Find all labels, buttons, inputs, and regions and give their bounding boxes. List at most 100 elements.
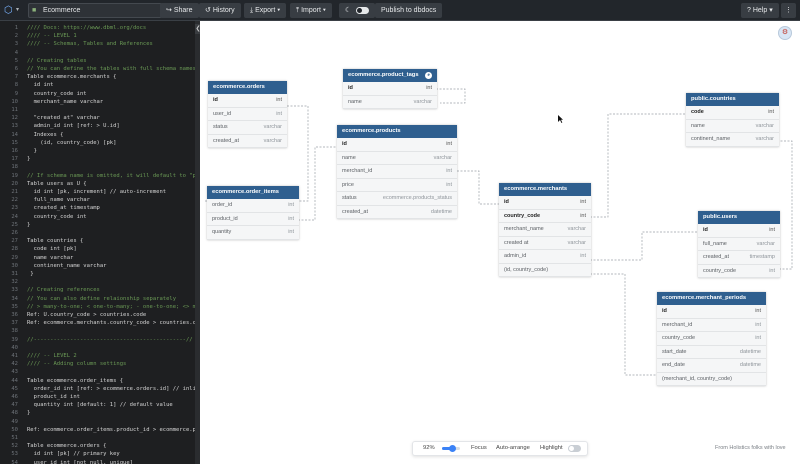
table-column-row[interactable]: name varchar	[686, 120, 779, 133]
table-column-row[interactable]: continent_name varchar	[686, 133, 779, 147]
code-line[interactable]: order_id int [ref: > ecommerce.orders.id…	[27, 385, 196, 393]
table-column-row[interactable]: id int	[499, 196, 591, 210]
code-line[interactable]: }	[27, 270, 33, 278]
table-header[interactable]: ecommerce.order_items	[207, 186, 299, 199]
help-button[interactable]: ? Help ▾	[741, 3, 779, 18]
table-column-row[interactable]: full_name varchar	[698, 238, 780, 251]
table-card[interactable]: public.users id int full_name varchar created…	[698, 211, 780, 278]
code-line[interactable]: Table users as U {	[27, 180, 87, 188]
code-line[interactable]: // Creating tables	[27, 57, 87, 65]
code-line[interactable]: Table ecommerce.merchants {	[27, 73, 116, 81]
table-column-row[interactable]: quantity int	[207, 226, 299, 240]
table-header[interactable]: public.countries	[686, 93, 779, 106]
auto-arrange-button[interactable]: Auto-arrange	[496, 442, 530, 455]
table-column-row[interactable]: (id, country_code)	[499, 264, 591, 277]
code-line[interactable]: // You can define the tables with full s…	[27, 65, 196, 73]
table-column-row[interactable]: id int	[698, 224, 780, 238]
code-line[interactable]: name varchar	[27, 254, 74, 262]
table-column-row[interactable]: name varchar	[337, 152, 457, 165]
table-column-row[interactable]: merchant_id int	[337, 165, 457, 179]
code-line[interactable]: created_at timestamp	[27, 204, 100, 212]
code-line[interactable]: admin_id int [ref: > U.id]	[27, 122, 120, 130]
table-column-row[interactable]: country_code int	[657, 332, 766, 346]
code-line[interactable]: (id, country_code) [pk]	[27, 139, 116, 147]
import-button[interactable]: ⤒ Import ▾	[290, 3, 332, 18]
theme-switch[interactable]	[356, 6, 370, 14]
code-line[interactable]: id int	[27, 81, 54, 89]
code-line[interactable]: user_id int [not null, unique]	[27, 459, 133, 464]
code-line[interactable]: // Creating references	[27, 286, 100, 294]
table-column-row[interactable]: country_code int	[698, 265, 780, 278]
publish-button[interactable]: Publish to dbdocs	[375, 3, 443, 18]
code-line[interactable]: Table ecommerce.order_items {	[27, 377, 123, 385]
code-line[interactable]: //--------------------------------------…	[27, 336, 193, 344]
code-line[interactable]: Ref: ecommerce.merchants.country_code > …	[27, 319, 197, 327]
table-column-row[interactable]: (merchant_id, country_code)	[657, 373, 766, 386]
code-line[interactable]: //// -- Schemas, Tables and References	[27, 40, 153, 48]
table-header[interactable]: ecommerce.merchants	[499, 183, 591, 196]
table-column-row[interactable]: code int	[686, 106, 779, 120]
code-line[interactable]: product_id int	[27, 393, 80, 401]
code-editor[interactable]: 1 2 3 4 5 6 7 8 9 10 11 12 13 14 15 16 17 18 19 20 21 22 23 24 2…	[0, 21, 197, 464]
table-column-row[interactable]: start_date datetime	[657, 346, 766, 359]
highlight-toggle[interactable]	[568, 445, 581, 452]
code-line[interactable]: id int [pk, increment] // auto-increment	[27, 188, 166, 196]
table-column-row[interactable]: merchant_name varchar	[499, 223, 591, 237]
code-line[interactable]: }	[27, 147, 37, 155]
table-card[interactable]: ecommerce.product_tags ◕ id int name varchar	[343, 69, 437, 109]
more-menu-button[interactable]: ⋮	[781, 3, 796, 18]
table-column-row[interactable]: created at varchar	[499, 237, 591, 250]
table-card[interactable]: ecommerce.orders id int user_id int status var…	[208, 81, 287, 148]
code-line[interactable]: country_code int	[27, 213, 87, 221]
table-note-icon[interactable]: ◕	[425, 72, 432, 79]
code-line[interactable]: //// -- LEVEL 1	[27, 32, 77, 40]
code-line[interactable]: //// -- Adding column settings	[27, 360, 126, 368]
table-card[interactable]: ecommerce.products id int name varchar mercha…	[337, 125, 457, 219]
export-button[interactable]: ⤓ Export ▾	[244, 3, 287, 18]
zoom-slider[interactable]	[442, 445, 460, 452]
project-name-field[interactable]: ■ Ecommerce	[28, 3, 162, 18]
diagram-canvas[interactable]: ecommerce.orders id int user_id int status var…	[200, 21, 800, 464]
theme-toggle[interactable]: ☾	[339, 3, 376, 18]
table-column-row[interactable]: id int	[343, 82, 437, 96]
table-column-row[interactable]: created_at varchar	[208, 135, 287, 148]
table-column-row[interactable]: end_date datetime	[657, 359, 766, 373]
table-header[interactable]: ecommerce.orders	[208, 81, 287, 94]
code-line[interactable]: // If schema name is omitted, it will de…	[27, 172, 197, 180]
code-line[interactable]: full_name varchar	[27, 196, 90, 204]
code-line[interactable]: Table ecommerce.orders {	[27, 442, 106, 450]
code-line[interactable]: Ref: ecommerce.order_items.product_id > …	[27, 426, 197, 434]
table-column-row[interactable]: id int	[657, 305, 766, 319]
table-column-row[interactable]: country_code int	[499, 210, 591, 223]
table-header[interactable]: ecommerce.products	[337, 125, 457, 138]
table-card[interactable]: ecommerce.merchants id int country_code int m…	[499, 183, 591, 277]
code-line[interactable]: "created at" varchar	[27, 114, 100, 122]
code-line[interactable]: continent_name varchar	[27, 262, 107, 270]
table-column-row[interactable]: id int	[337, 138, 457, 152]
table-column-row[interactable]: status varchar	[208, 121, 287, 135]
code-line[interactable]: Indexes {	[27, 131, 64, 139]
table-card[interactable]: ecommerce.merchant_periods id int merchant_…	[657, 292, 766, 386]
code-line[interactable]: // You can also define relaionship separ…	[27, 295, 176, 303]
table-card[interactable]: public.countries code int name varchar contin…	[686, 93, 779, 147]
table-card[interactable]: ecommerce.order_items order_id int product_…	[207, 186, 299, 240]
chevron-down-icon[interactable]: ▾	[16, 4, 19, 17]
table-column-row[interactable]: price int	[337, 179, 457, 192]
table-column-row[interactable]: id int	[208, 94, 287, 108]
focus-button[interactable]: Focus	[471, 442, 487, 455]
code-line[interactable]: id int [pk] // primary key	[27, 450, 120, 458]
table-column-row[interactable]: product_id int	[207, 213, 299, 226]
table-column-row[interactable]: admin_id int	[499, 250, 591, 264]
code-line[interactable]: }	[27, 155, 30, 163]
table-column-row[interactable]: user_id int	[208, 108, 287, 121]
table-column-row[interactable]: created_at datetime	[337, 206, 457, 219]
code-line[interactable]: }	[27, 221, 30, 229]
user-avatar[interactable]: ⚙	[778, 26, 792, 40]
share-button[interactable]: ↪ Share	[160, 3, 199, 18]
code-line[interactable]: Ref: U.country_code > countries.code	[27, 311, 146, 319]
code-line[interactable]: Table countries {	[27, 237, 83, 245]
code-line[interactable]: }	[27, 409, 30, 417]
code-line[interactable]: //// Docs: https://www.dbml.org/docs	[27, 24, 146, 32]
history-button[interactable]: ↺ History	[199, 3, 241, 18]
code-line[interactable]: code int [pk]	[27, 245, 77, 253]
